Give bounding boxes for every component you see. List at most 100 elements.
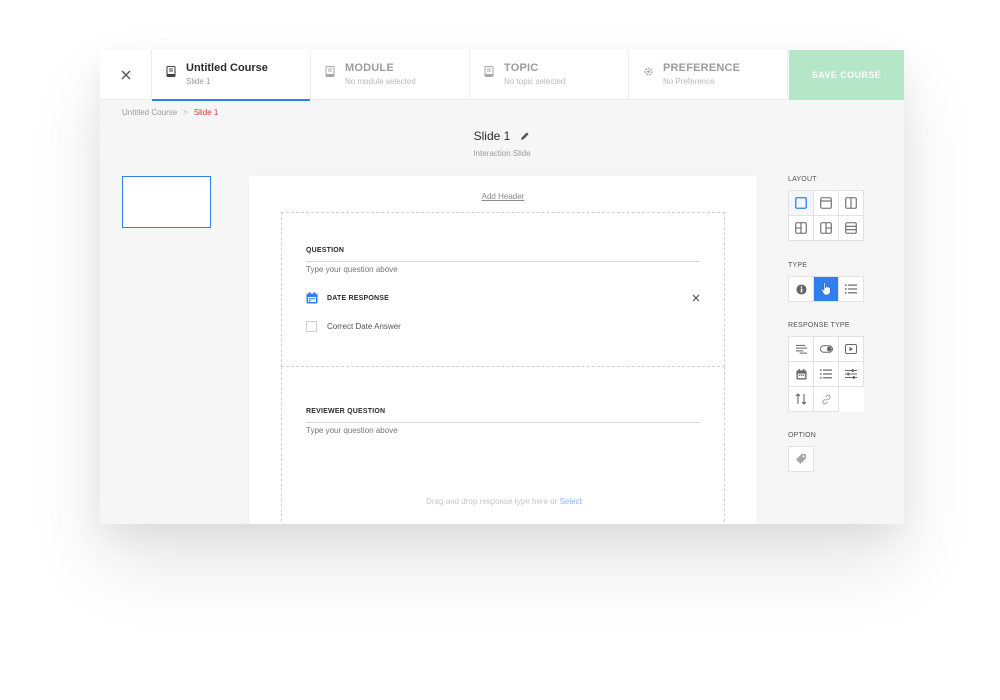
response-list-option[interactable] bbox=[814, 362, 839, 387]
layout-left-split-option[interactable] bbox=[789, 216, 814, 241]
link-icon bbox=[821, 394, 831, 404]
option-tag-button[interactable] bbox=[789, 447, 814, 472]
step-topic[interactable]: TOPIC No topic selected bbox=[470, 50, 629, 100]
layout-header-body-icon bbox=[820, 197, 832, 209]
edit-slide-name-button[interactable] bbox=[520, 131, 530, 141]
layout-two-column-option[interactable] bbox=[839, 191, 864, 216]
slide-name: Slide 1 bbox=[473, 129, 511, 143]
breadcrumb: Untitled Course > Slide 1 bbox=[122, 108, 218, 117]
video-icon bbox=[845, 344, 857, 354]
breadcrumb-item-slide: Slide 1 bbox=[193, 108, 219, 117]
response-video-option[interactable] bbox=[839, 337, 864, 362]
type-grid bbox=[788, 276, 864, 302]
date-response-label: DATE RESPONSE bbox=[327, 294, 389, 302]
layout-three-row-option[interactable] bbox=[839, 216, 864, 241]
gear-icon bbox=[641, 64, 655, 78]
sliders-icon bbox=[845, 369, 857, 379]
sort-icon bbox=[795, 393, 807, 405]
pencil-icon bbox=[521, 132, 529, 140]
book-icon bbox=[482, 64, 496, 78]
correct-date-row: Correct Date Answer bbox=[306, 321, 401, 332]
type-info-option[interactable] bbox=[789, 277, 814, 302]
stage: Untitled Course Slide 1 MODULE No module… bbox=[0, 0, 1000, 700]
book-icon bbox=[164, 64, 178, 78]
slide-heading: Slide 1 Interaction Slide bbox=[100, 127, 904, 158]
step-course[interactable]: Untitled Course Slide 1 bbox=[152, 50, 311, 101]
response-type-heading: RESPONSE TYPE bbox=[788, 322, 850, 329]
response-date-option[interactable] bbox=[789, 362, 814, 387]
layout-grid bbox=[788, 190, 864, 241]
question-section: QUESTION DATE RESPONSE Correct Date Answ… bbox=[281, 212, 725, 367]
close-button[interactable] bbox=[100, 50, 152, 100]
course-editor-window: Untitled Course Slide 1 MODULE No module… bbox=[100, 50, 904, 524]
reviewer-question-input[interactable] bbox=[306, 426, 700, 435]
reviewer-underline bbox=[306, 422, 700, 423]
close-icon bbox=[692, 294, 700, 302]
grid-empty-cell bbox=[839, 387, 864, 412]
list-icon bbox=[820, 369, 832, 379]
calendar-icon bbox=[795, 368, 807, 380]
response-slider-option[interactable] bbox=[839, 362, 864, 387]
type-list-option[interactable] bbox=[839, 277, 864, 302]
layout-three-row-icon bbox=[845, 222, 857, 234]
step-title: MODULE bbox=[345, 62, 394, 74]
response-type-grid bbox=[788, 336, 864, 412]
layout-single-icon bbox=[795, 197, 807, 209]
step-preference[interactable]: PREFERENCE No Preference bbox=[629, 50, 788, 100]
step-subtitle: No Preference bbox=[663, 77, 715, 86]
save-course-button[interactable]: SAVE COURSE bbox=[789, 50, 904, 100]
close-icon bbox=[121, 70, 130, 80]
drop-zone-hint: Drag and drop response type here or Sele… bbox=[282, 497, 726, 506]
hand-pointer-icon bbox=[821, 282, 831, 296]
response-sort-option[interactable] bbox=[789, 387, 814, 412]
step-title: PREFERENCE bbox=[663, 62, 741, 74]
select-response-link[interactable]: Select bbox=[560, 497, 582, 506]
layout-single-option[interactable] bbox=[789, 191, 814, 216]
option-grid bbox=[788, 446, 814, 472]
list-icon bbox=[845, 284, 857, 294]
text-lines-icon bbox=[795, 344, 807, 354]
type-section: TYPE bbox=[788, 262, 864, 302]
option-heading: OPTION bbox=[788, 432, 817, 439]
step-title: Untitled Course bbox=[186, 62, 268, 74]
response-type-section: RESPONSE TYPE bbox=[788, 322, 864, 412]
tag-icon bbox=[796, 454, 806, 464]
slide-type: Interaction Slide bbox=[473, 149, 531, 158]
add-header-link[interactable]: Add Header bbox=[249, 192, 757, 201]
layout-section: LAYOUT bbox=[788, 176, 864, 241]
reviewer-section: REVIEWER QUESTION Drag and drop response… bbox=[281, 367, 725, 524]
step-subtitle: No topic selected bbox=[504, 77, 566, 86]
type-interaction-option[interactable] bbox=[814, 277, 839, 302]
option-section: OPTION bbox=[788, 432, 816, 472]
breadcrumb-separator: > bbox=[183, 108, 188, 117]
question-label: QUESTION bbox=[306, 247, 345, 254]
date-response-row: DATE RESPONSE bbox=[306, 291, 700, 305]
correct-date-label: Correct Date Answer bbox=[327, 322, 401, 331]
layout-left-split-icon bbox=[795, 222, 807, 234]
toggle-icon bbox=[819, 345, 833, 353]
layout-two-column-icon bbox=[845, 197, 857, 209]
info-icon bbox=[795, 283, 807, 295]
question-underline bbox=[306, 261, 700, 262]
correct-date-checkbox[interactable] bbox=[306, 321, 317, 332]
step-subtitle: Slide 1 bbox=[186, 77, 211, 86]
layout-header-body-option[interactable] bbox=[814, 191, 839, 216]
response-toggle-option[interactable] bbox=[814, 337, 839, 362]
response-text-option[interactable] bbox=[789, 337, 814, 362]
slide-thumbnail[interactable] bbox=[122, 176, 211, 228]
slide-canvas: Add Header QUESTION DATE RESPONSE Correc… bbox=[249, 176, 757, 524]
drop-hint-text: Drag and drop response type here or bbox=[426, 497, 558, 506]
response-link-option[interactable] bbox=[814, 387, 839, 412]
question-input[interactable] bbox=[306, 265, 700, 274]
remove-response-button[interactable] bbox=[692, 294, 700, 302]
book-icon bbox=[323, 64, 337, 78]
type-heading: TYPE bbox=[788, 262, 808, 269]
top-bar: Untitled Course Slide 1 MODULE No module… bbox=[100, 50, 904, 101]
breadcrumb-item-course[interactable]: Untitled Course bbox=[122, 108, 177, 117]
layout-right-split-option[interactable] bbox=[814, 216, 839, 241]
layout-right-split-icon bbox=[820, 222, 832, 234]
layout-heading: LAYOUT bbox=[788, 176, 817, 183]
step-module[interactable]: MODULE No module selected bbox=[311, 50, 470, 100]
calendar-icon bbox=[306, 292, 318, 304]
reviewer-question-label: REVIEWER QUESTION bbox=[306, 408, 386, 415]
